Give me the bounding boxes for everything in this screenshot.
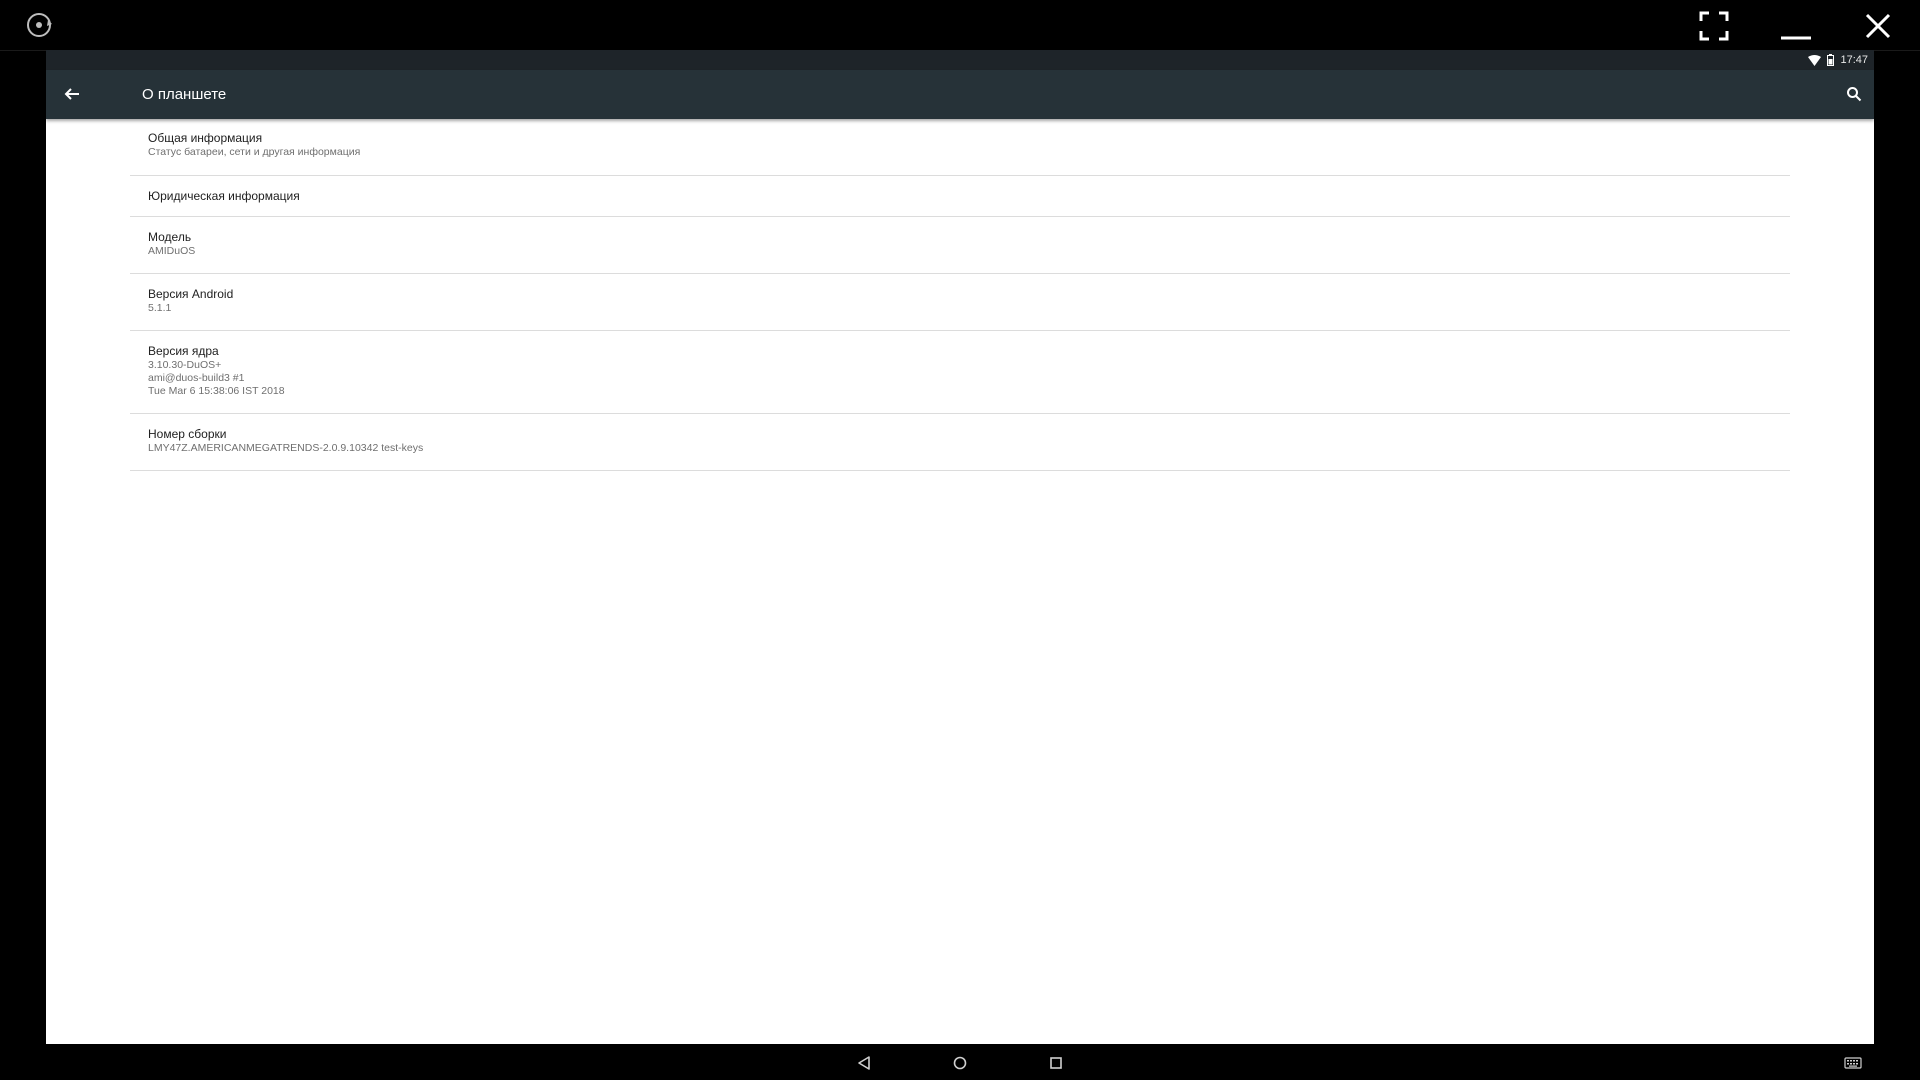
status-icons: 17:47 [1808,52,1868,68]
emulator-titlebar [0,0,1920,51]
app-bar: О планшете [46,70,1874,119]
pref-general-info[interactable]: Общая информация Статус батареи, сети и … [130,119,1790,176]
status-time: 17:47 [1840,54,1868,66]
nav-recents-button[interactable] [1045,1052,1067,1074]
pref-build-number[interactable]: Номер сборки LMY47Z.AMERICANMEGATRENDS-2… [130,414,1790,471]
navigation-bar [0,1044,1920,1080]
pref-legal-info[interactable]: Юридическая информация [130,176,1790,217]
pref-title: Версия Android [148,287,234,301]
wifi-icon [1808,54,1822,66]
close-icon [1865,13,1891,39]
page-title: О планшете [142,86,227,103]
pref-title: Версия ядра [148,344,219,358]
nav-home-button[interactable] [949,1052,971,1074]
close-button[interactable] [1858,6,1898,46]
pref-title: Юридическая информация [148,189,300,203]
back-button[interactable] [60,82,84,106]
duos-logo-icon[interactable] [24,10,54,40]
nav-home-icon [953,1056,967,1070]
nav-recents-icon [1050,1057,1062,1069]
keyboard-toggle-button[interactable] [1842,1052,1864,1074]
pref-summary: 3.10.30-DuOS+ ami@duos-build3 #1 Tue Mar… [148,359,285,397]
pref-summary: Статус батареи, сети и другая информация [148,146,361,158]
pref-android-version[interactable]: Версия Android 5.1.1 [130,274,1790,331]
search-icon [1847,87,1862,102]
battery-icon [1827,54,1835,66]
nav-back-button[interactable] [853,1052,875,1074]
settings-list: Общая информация Статус батареи, сети и … [130,119,1790,471]
pref-summary: LMY47Z.AMERICANMEGATRENDS-2.0.9.10342 te… [148,442,424,454]
pref-title: Общая информация [148,131,263,145]
pref-summary: AMIDuOS [148,245,196,257]
fullscreen-button[interactable] [1694,6,1734,46]
arrow-back-icon [64,88,79,100]
search-button[interactable] [1842,82,1866,106]
pref-kernel-version[interactable]: Версия ядра 3.10.30-DuOS+ ami@duos-build… [130,331,1790,414]
nav-back-icon [858,1056,870,1070]
pref-model[interactable]: Модель AMIDuOS [130,217,1790,274]
minimize-icon [1781,36,1811,40]
keyboard-icon [1844,1057,1862,1069]
status-bar: 17:47 [46,50,1874,70]
android-screen: 17:47 О планшете Общая информация Статус… [46,50,1874,1044]
pref-title: Номер сборки [148,427,227,441]
fullscreen-icon [1699,11,1729,41]
minimize-button[interactable] [1776,6,1816,46]
pref-summary: 5.1.1 [148,302,172,314]
pref-title: Модель [148,230,192,244]
